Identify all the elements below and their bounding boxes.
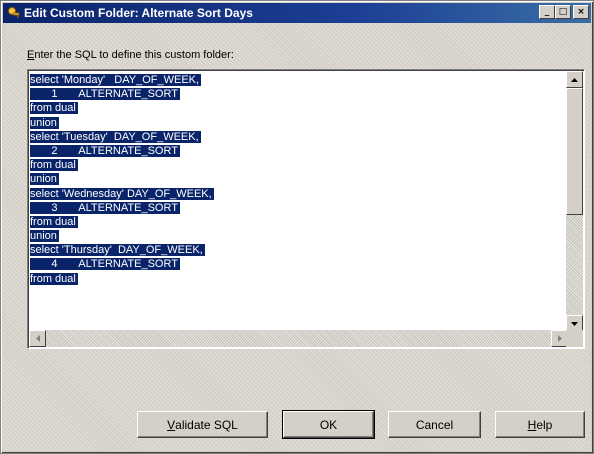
sql-line-text: 3 ALTERNATE_SORT — [30, 201, 180, 214]
sql-line-text: 1 ALTERNATE_SORT — [30, 88, 180, 101]
ok-label: OK — [319, 417, 338, 432]
help-button[interactable]: Help — [495, 411, 585, 438]
scrollbar-corner — [566, 330, 583, 347]
sql-line: 4 ALTERNATE_SORT — [30, 257, 566, 271]
maximize-button[interactable]: □ — [555, 5, 571, 19]
sql-line-text: select 'Thursday' DAY_OF_WEEK, — [30, 244, 205, 257]
cancel-button[interactable]: Cancel — [388, 411, 481, 438]
arrow-up-icon — [571, 77, 578, 82]
sql-line: from dual — [30, 101, 566, 115]
vertical-scroll-thumb[interactable] — [566, 88, 583, 215]
sql-line-text: union — [30, 230, 59, 243]
horizontal-scrollbar[interactable] — [29, 330, 568, 347]
sql-line: from dual — [30, 272, 566, 286]
dialog-window: Edit Custom Folder: Alternate Sort Days … — [0, 0, 594, 454]
sql-line: 3 ALTERNATE_SORT — [30, 201, 566, 215]
sql-line-text: 4 ALTERNATE_SORT — [30, 258, 180, 271]
validate-sql-button[interactable]: Validate SQL — [137, 411, 268, 438]
close-button[interactable]: × — [573, 5, 589, 19]
arrow-down-icon — [571, 321, 578, 326]
validate-accelerator: V — [167, 417, 176, 432]
sql-line-text: from dual — [30, 102, 78, 115]
sql-line: select 'Thursday' DAY_OF_WEEK, — [30, 243, 566, 257]
sql-line: union — [30, 116, 566, 130]
help-accelerator: H — [527, 417, 537, 432]
sql-line: union — [30, 229, 566, 243]
help-label: elp — [536, 417, 553, 432]
arrow-right-icon — [557, 335, 562, 342]
scroll-up-button[interactable] — [566, 71, 583, 88]
validate-label: alidate SQL — [175, 417, 238, 432]
close-icon: × — [577, 6, 585, 17]
ok-button[interactable]: OK — [282, 410, 375, 439]
sql-line-text: select 'Wednesday' DAY_OF_WEEK, — [30, 187, 214, 200]
arrow-left-icon — [35, 335, 40, 342]
cancel-label: Cancel — [415, 417, 454, 432]
minimize-button[interactable]: _ — [539, 5, 555, 19]
sql-line-text: union — [30, 116, 59, 129]
sql-line: from dual — [30, 158, 566, 172]
prompt-text: nter the SQL to define this custom folde… — [34, 49, 234, 61]
sql-line: select 'Wednesday' DAY_OF_WEEK, — [30, 187, 566, 201]
folder-key-icon — [7, 6, 21, 20]
vertical-scrollbar[interactable] — [566, 71, 583, 332]
sql-line-text: select 'Monday' DAY_OF_WEEK, — [30, 74, 202, 86]
sql-line: 2 ALTERNATE_SORT — [30, 144, 566, 158]
sql-line-text: select 'Tuesday' DAY_OF_WEEK, — [30, 130, 201, 143]
window-title: Edit Custom Folder: Alternate Sort Days — [24, 6, 253, 20]
sql-line-text: from dual — [30, 215, 78, 228]
sql-line-text: from dual — [30, 272, 78, 285]
sql-editor[interactable]: select 'Monday' DAY_OF_WEEK, 1 ALTERNATE… — [27, 69, 585, 349]
sql-line-text: from dual — [30, 159, 78, 172]
sql-line-text: union — [30, 173, 59, 186]
sql-line: 1 ALTERNATE_SORT — [30, 87, 566, 101]
sql-prompt-label: Enter the SQL to define this custom fold… — [27, 49, 234, 61]
minimize-icon: _ — [544, 6, 550, 17]
scroll-left-button[interactable] — [29, 330, 46, 347]
maximize-icon: □ — [558, 6, 568, 17]
sql-line: select 'Tuesday' DAY_OF_WEEK, — [30, 130, 566, 144]
sql-line: from dual — [30, 215, 566, 229]
sql-line-text: 2 ALTERNATE_SORT — [30, 144, 180, 157]
sql-text-area[interactable]: select 'Monday' DAY_OF_WEEK, 1 ALTERNATE… — [30, 73, 566, 329]
sql-line: select 'Monday' DAY_OF_WEEK, — [30, 73, 566, 87]
title-bar[interactable]: Edit Custom Folder: Alternate Sort Days … — [3, 3, 591, 23]
sql-line: union — [30, 172, 566, 186]
